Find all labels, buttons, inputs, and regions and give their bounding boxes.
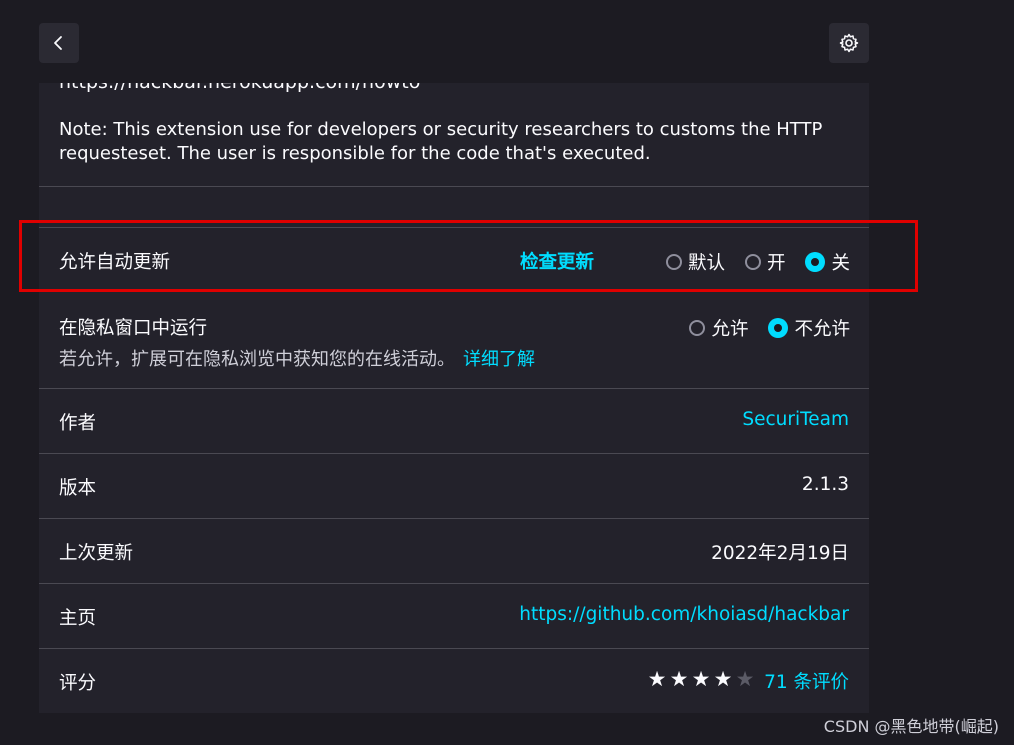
addon-note: Note: This extension use for developers …: [59, 119, 823, 164]
homepage-link[interactable]: https://github.com/khoiasd/hackbar: [519, 604, 849, 625]
private-option-allow[interactable]: 允许: [689, 315, 748, 341]
radio-off[interactable]: [805, 252, 826, 272]
back-button[interactable]: [39, 23, 79, 63]
learn-more-link[interactable]: 详细了解: [463, 349, 535, 370]
author-label: 作者: [59, 413, 97, 434]
radio-default[interactable]: [665, 254, 682, 270]
star-filled-icon: ★: [669, 667, 689, 691]
homepage-label: 主页: [59, 608, 97, 629]
private-window-radio-group: 允许 不允许: [689, 315, 850, 341]
howto-url: https://hackbar.herokuapp.com/howto: [59, 83, 420, 93]
gear-icon: [839, 33, 859, 53]
divider: [39, 518, 869, 519]
divider: [39, 227, 869, 228]
auto-update-option-default[interactable]: 默认: [665, 249, 725, 275]
addon-details-card: https://hackbar.herokuapp.com/howto Note…: [39, 83, 869, 713]
divider: [39, 648, 869, 649]
radio-default-label: 默认: [687, 253, 725, 274]
radio-on-label: 开: [766, 253, 786, 274]
author-link[interactable]: SecuriTeam: [742, 409, 849, 430]
rating-label: 评分: [59, 673, 97, 694]
version-label: 版本: [59, 478, 97, 499]
star-filled-icon: ★: [713, 667, 733, 691]
radio-disallow[interactable]: [768, 318, 789, 338]
private-option-disallow[interactable]: 不允许: [768, 315, 850, 341]
private-window-description: 若允许，扩展可在隐私浏览中获知您的在线活动。 详细了解: [59, 345, 535, 371]
chevron-left-icon: [54, 36, 62, 50]
divider: [39, 388, 869, 389]
private-window-description-text: 若允许，扩展可在隐私浏览中获知您的在线活动。: [59, 349, 455, 370]
last-updated-value: 2022年2月19日: [711, 543, 849, 564]
star-filled-icon: ★: [691, 667, 711, 691]
private-window-label: 在隐私窗口中运行: [59, 318, 208, 339]
divider: [39, 453, 869, 454]
watermark: CSDN @黑色地带(崛起): [823, 717, 999, 736]
auto-update-label: 允许自动更新: [59, 252, 171, 273]
rating-stars: ★ ★ ★ ★ ★: [646, 669, 756, 690]
radio-disallow-label: 不允许: [794, 319, 850, 340]
radio-on[interactable]: [744, 254, 761, 270]
radio-off-label: 关: [831, 253, 850, 274]
radio-allow[interactable]: [689, 320, 706, 336]
star-filled-icon: ★: [647, 667, 667, 691]
divider: [39, 583, 869, 584]
check-update-button[interactable]: 检查更新: [520, 248, 594, 274]
review-count-link[interactable]: 71 条评价: [764, 668, 849, 694]
last-updated-label: 上次更新: [59, 543, 134, 564]
version-value: 2.1.3: [801, 474, 849, 495]
radio-allow-label: 允许: [711, 319, 749, 340]
auto-update-radio-group: 默认 开 关: [665, 249, 850, 275]
auto-update-option-on[interactable]: 开: [744, 249, 786, 275]
star-empty-icon: ★: [735, 667, 755, 691]
divider: [39, 186, 869, 187]
auto-update-option-off[interactable]: 关: [805, 249, 850, 275]
settings-button[interactable]: [829, 23, 869, 63]
